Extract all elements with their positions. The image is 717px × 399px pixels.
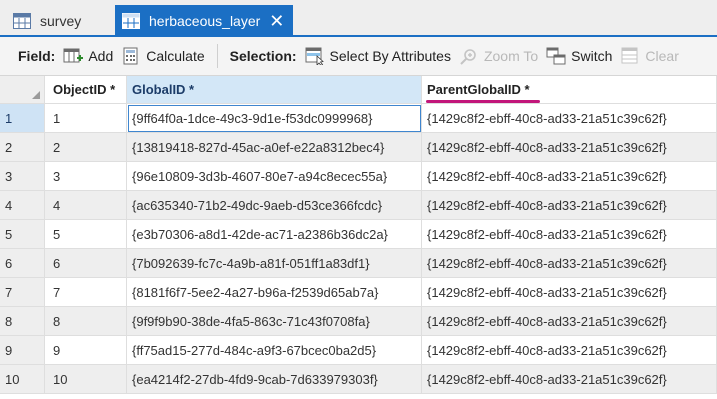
column-header-label: ParentGlobalID * <box>427 82 530 97</box>
attribute-table: ObjectID * GlobalID * ParentGlobalID * 1… <box>0 76 717 399</box>
globalid-cell[interactable]: {9f9f9b90-38de-4fa5-863c-71c43f0708fa} <box>127 307 422 336</box>
selection-group-label: Selection: <box>229 48 297 64</box>
table-row[interactable]: 3 3 {96e10809-3d3b-4607-80e7-a94c8ecec55a}… <box>0 162 717 191</box>
table-icon <box>13 13 31 29</box>
attribute-toolbar: Field: Add Calculate Selection: Select B… <box>0 37 717 76</box>
objectid-cell[interactable]: 3 <box>45 162 127 191</box>
globalid-cell[interactable]: {ac635340-71b2-49dc-9aeb-d53ce366fcdc} <box>127 191 422 220</box>
column-header-objectid[interactable]: ObjectID * <box>45 76 127 104</box>
table-row[interactable]: 2 2 {13819418-827d-45ac-a0ef-e22a8312bec4}… <box>0 133 717 162</box>
row-number-cell[interactable]: 4 <box>0 191 45 220</box>
globalid-cell[interactable]: {e3b70306-a8d1-42de-ac71-a2386b36dc2a} <box>127 220 422 249</box>
select-by-attributes-button[interactable]: Select By Attributes <box>305 47 451 65</box>
add-label: Add <box>88 48 114 64</box>
zoom-to-label: Zoom To <box>483 48 539 64</box>
globalid-cell[interactable]: {9ff64f0a-1dce-49c3-9d1e-f53dc0999968} <box>127 104 422 133</box>
parentglobalid-cell[interactable]: {1429c8f2-ebff-40c8-ad33-21a51c39c62f} <box>422 162 717 191</box>
close-icon[interactable]: ✕ <box>269 12 284 30</box>
row-number-cell[interactable]: 6 <box>0 249 45 278</box>
tab-survey[interactable]: survey <box>0 5 115 37</box>
objectid-cell[interactable]: 2 <box>45 133 127 162</box>
row-number-cell[interactable]: 7 <box>0 278 45 307</box>
tab-label: survey <box>40 13 82 29</box>
select-by-attributes-label: Select By Attributes <box>329 48 451 64</box>
row-number-cell[interactable]: 1 <box>0 104 45 133</box>
table-row[interactable]: 8 8 {9f9f9b90-38de-4fa5-863c-71c43f0708fa}… <box>0 307 717 336</box>
add-field-button[interactable]: Add <box>63 47 113 65</box>
toolbar-separator <box>216 44 218 68</box>
clear-selection-button[interactable]: Clear <box>620 47 679 65</box>
tab-label: herbaceous_layer <box>149 13 261 29</box>
calculator-icon <box>123 47 138 65</box>
parentglobalid-cell[interactable]: {1429c8f2-ebff-40c8-ad33-21a51c39c62f} <box>422 336 717 365</box>
corner-triangle-icon <box>32 91 40 99</box>
objectid-cell[interactable]: 7 <box>45 278 127 307</box>
tab-herbaceous-layer[interactable]: herbaceous_layer ✕ <box>115 5 293 37</box>
table-row[interactable]: 7 7 {8181f6f7-5ee2-4a27-b96a-f2539d65ab7a}… <box>0 278 717 307</box>
parentglobalid-cell[interactable]: {1429c8f2-ebff-40c8-ad33-21a51c39c62f} <box>422 307 717 336</box>
parentglobalid-cell[interactable]: {1429c8f2-ebff-40c8-ad33-21a51c39c62f} <box>422 249 717 278</box>
objectid-cell[interactable]: 8 <box>45 307 127 336</box>
add-field-icon <box>63 48 84 63</box>
table-row[interactable]: 4 4 {ac635340-71b2-49dc-9aeb-d53ce366fcdc}… <box>0 191 717 220</box>
table-header-row: ObjectID * GlobalID * ParentGlobalID * <box>0 76 717 104</box>
row-number-cell[interactable]: 8 <box>0 307 45 336</box>
globalid-cell[interactable]: {ff75ad15-277d-484c-a9f3-67bcec0ba2d5} <box>127 336 422 365</box>
annotation-underline <box>426 100 540 103</box>
zoom-to-icon <box>460 49 476 65</box>
objectid-cell[interactable]: 5 <box>45 220 127 249</box>
table-row[interactable]: 6 6 {7b092639-fc7c-4a9b-a81f-051ff1a83df1}… <box>0 249 717 278</box>
globalid-cell[interactable]: {13819418-827d-45ac-a0ef-e22a8312bec4} <box>127 133 422 162</box>
select-by-attributes-icon <box>305 47 324 65</box>
calculate-field-button[interactable]: Calculate <box>121 47 205 65</box>
clear-label: Clear <box>645 48 679 64</box>
globalid-cell[interactable]: {8181f6f7-5ee2-4a27-b96a-f2539d65ab7a} <box>127 278 422 307</box>
parentglobalid-cell[interactable]: {1429c8f2-ebff-40c8-ad33-21a51c39c62f} <box>422 220 717 249</box>
objectid-cell[interactable]: 10 <box>45 365 127 394</box>
objectid-cell[interactable]: 4 <box>45 191 127 220</box>
parentglobalid-cell[interactable]: {1429c8f2-ebff-40c8-ad33-21a51c39c62f} <box>422 133 717 162</box>
parentglobalid-cell[interactable]: {1429c8f2-ebff-40c8-ad33-21a51c39c62f} <box>422 365 717 394</box>
switch-selection-button[interactable]: Switch <box>546 47 612 65</box>
select-all-corner[interactable] <box>0 76 45 104</box>
parentglobalid-cell[interactable]: {1429c8f2-ebff-40c8-ad33-21a51c39c62f} <box>422 104 717 133</box>
table-row[interactable]: 9 9 {ff75ad15-277d-484c-a9f3-67bcec0ba2d5}… <box>0 336 717 365</box>
row-number-cell[interactable]: 10 <box>0 365 45 394</box>
row-number-cell[interactable]: 3 <box>0 162 45 191</box>
parentglobalid-cell[interactable]: {1429c8f2-ebff-40c8-ad33-21a51c39c62f} <box>422 191 717 220</box>
table-icon <box>122 13 140 29</box>
field-group-label: Field: <box>18 48 56 64</box>
parentglobalid-cell[interactable]: {1429c8f2-ebff-40c8-ad33-21a51c39c62f} <box>422 278 717 307</box>
globalid-cell[interactable]: {ea4214f2-27db-4fd9-9cab-7d633979303f} <box>127 365 422 394</box>
row-number-cell[interactable]: 5 <box>0 220 45 249</box>
clear-selection-icon <box>621 47 638 64</box>
objectid-cell[interactable]: 9 <box>45 336 127 365</box>
column-header-globalid[interactable]: GlobalID * <box>127 76 422 104</box>
objectid-cell[interactable]: 1 <box>45 104 127 133</box>
globalid-cell[interactable]: {7b092639-fc7c-4a9b-a81f-051ff1a83df1} <box>127 249 422 278</box>
zoom-to-button[interactable]: Zoom To <box>459 47 538 65</box>
switch-label: Switch <box>571 48 613 64</box>
table-row[interactable]: 10 10 {ea4214f2-27db-4fd9-9cab-7d633979303… <box>0 365 717 394</box>
column-header-parentglobalid[interactable]: ParentGlobalID * <box>422 76 717 104</box>
row-number-cell[interactable]: 9 <box>0 336 45 365</box>
table-row[interactable]: 1 1 {9ff64f0a-1dce-49c3-9d1e-f53dc0999968}… <box>0 104 717 133</box>
switch-selection-icon <box>546 47 566 65</box>
objectid-cell[interactable]: 6 <box>45 249 127 278</box>
table-row[interactable]: 5 5 {e3b70306-a8d1-42de-ac71-a2386b36dc2a}… <box>0 220 717 249</box>
row-number-cell[interactable]: 2 <box>0 133 45 162</box>
calculate-label: Calculate <box>146 48 205 64</box>
globalid-cell[interactable]: {96e10809-3d3b-4607-80e7-a94c8ecec55a} <box>127 162 422 191</box>
tab-bar: survey herbaceous_layer ✕ <box>0 0 717 37</box>
